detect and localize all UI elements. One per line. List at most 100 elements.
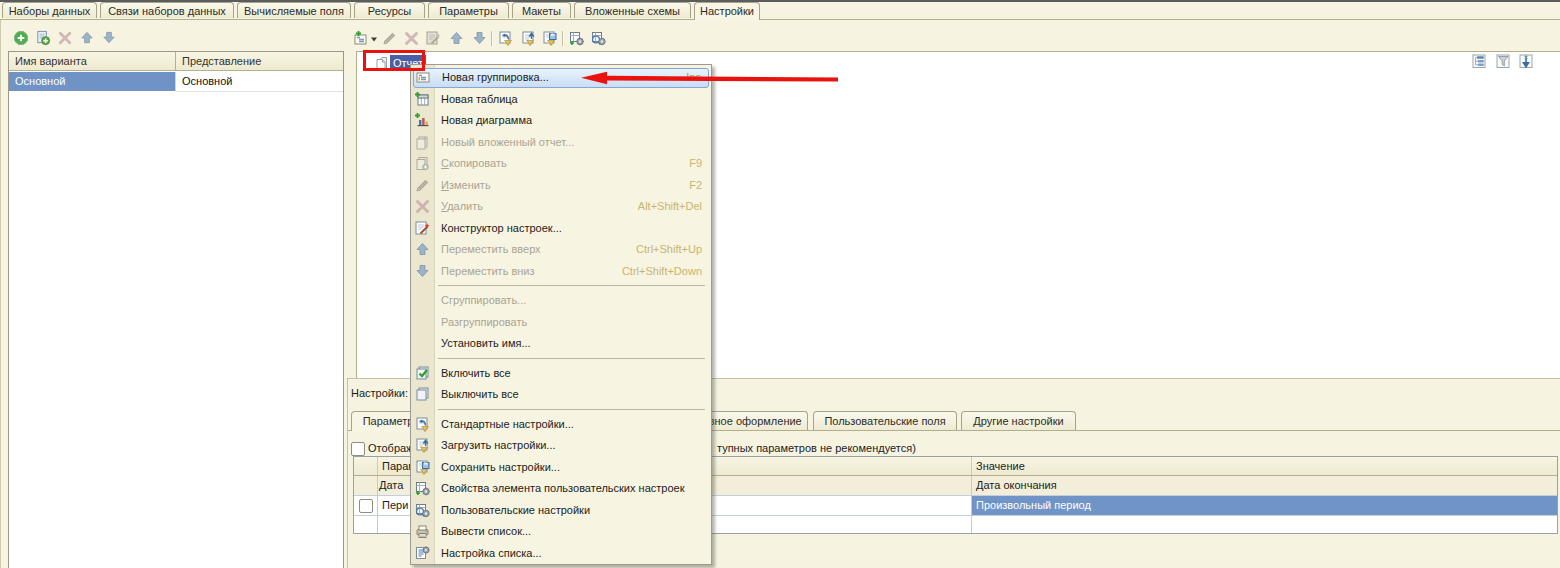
edit-button[interactable] — [381, 30, 398, 47]
save-settings-button[interactable] — [541, 30, 558, 47]
parameter-value-cell[interactable]: Произвольный период — [971, 496, 1557, 515]
variant-presentation-cell[interactable]: Основной — [176, 72, 343, 92]
menu-item-10: Переместить внизCtrl+Shift+Down — [411, 261, 711, 283]
settings-constructor-button[interactable] — [425, 30, 442, 47]
column-header-presentation[interactable]: Представление — [176, 52, 343, 71]
menu-item-24[interactable]: Вывести список... — [411, 521, 711, 543]
user-settings-props-icon — [414, 480, 431, 497]
delete-button[interactable] — [403, 30, 420, 47]
menu-item-17[interactable]: Выключить все — [411, 384, 711, 406]
tab-2[interactable]: Связи наборов данных — [100, 2, 234, 18]
menu-item-label: Пользовательские настройки — [441, 500, 590, 522]
variant-row[interactable]: Основной Основной — [9, 72, 343, 91]
menu-item-20[interactable]: Загрузить настройки... — [411, 435, 711, 457]
menu-item-16[interactable]: Включить все — [411, 363, 711, 385]
menu-item-23[interactable]: Пользовательские настройки — [411, 500, 711, 522]
toolbar-separator — [491, 31, 493, 46]
context-menu: Новая группировка...InsНовая таблицаНова… — [410, 64, 712, 565]
load-settings-icon — [520, 30, 537, 47]
toolbar-separator — [562, 31, 564, 46]
arrow-up-icon — [414, 241, 431, 258]
user-settings-item-properties-button[interactable] — [568, 30, 585, 47]
column-header-variant-name[interactable]: Имя варианта — [9, 52, 181, 71]
parameter-value-cell[interactable]: Дата окончания — [971, 476, 1557, 495]
annotation-red-rectangle — [363, 50, 425, 71]
grid-line — [377, 496, 378, 515]
add-copy-icon — [35, 30, 51, 46]
menu-separator — [411, 406, 711, 414]
new-chart-icon — [414, 112, 431, 129]
structure-button[interactable] — [1471, 53, 1488, 70]
order-icon — [1518, 53, 1535, 70]
menu-item-label: Скопировать — [441, 153, 507, 175]
menu-item-3[interactable]: Новая диаграмма — [411, 110, 711, 132]
menu-item-25[interactable]: Настройка списка... — [411, 543, 711, 565]
menu-item-2[interactable]: Новая таблица — [411, 89, 711, 111]
tab-8[interactable]: Настройки — [694, 2, 760, 20]
menu-item-4: Новый вложенный отчет... — [411, 132, 711, 154]
add-button[interactable] — [13, 30, 30, 47]
structure-icon — [1471, 53, 1488, 70]
constructor-wand-icon — [425, 30, 442, 47]
menu-item-12: Сгруппировать... — [411, 290, 711, 312]
tab-7[interactable]: Вложенные схемы — [574, 2, 691, 18]
menu-item-label: Удалить — [441, 196, 483, 218]
menu-item-9: Переместить вверхCtrl+Shift+Up — [411, 239, 711, 261]
pencil-icon — [381, 30, 398, 47]
dropdown-caret-icon[interactable] — [370, 30, 378, 47]
menu-item-8[interactable]: Конструктор настроек... — [411, 218, 711, 240]
move-up-button[interactable] — [79, 30, 96, 47]
menu-item-shortcut: F9 — [689, 153, 702, 175]
menu-item-label: Свойства элемента пользовательских настр… — [441, 478, 684, 500]
tab-5[interactable]: Параметры — [428, 2, 509, 18]
menu-item-22[interactable]: Свойства элемента пользовательских настр… — [411, 478, 711, 500]
load-settings-button[interactable] — [520, 30, 537, 47]
settings-tab-3[interactable]: Пользовательские поля — [813, 411, 957, 430]
settings-tab-4[interactable]: Другие настройки — [961, 411, 1076, 430]
tab-6[interactable]: Макеты — [512, 2, 571, 18]
variant-name-cell[interactable]: Основной — [9, 72, 175, 91]
menu-item-6: Изменить F2 — [411, 175, 711, 197]
structure-panel-corner-icons — [1471, 53, 1551, 71]
delete-x-icon — [414, 198, 431, 215]
tab-1[interactable]: Наборы данных — [2, 2, 97, 18]
menu-item-5: Скопировать F9 — [411, 153, 711, 175]
arrow-down-icon — [471, 30, 488, 47]
delete-x-icon — [403, 30, 420, 47]
filter-button[interactable] — [1495, 53, 1512, 70]
new-nested-report-icon — [414, 134, 431, 151]
menu-item-21[interactable]: Сохранить настройки... — [411, 457, 711, 479]
menu-item-shortcut: F2 — [689, 175, 702, 197]
tab-3[interactable]: Вычисляемые поля — [237, 2, 351, 18]
add-setting-button[interactable] — [352, 30, 369, 47]
pencil-icon — [414, 177, 431, 194]
tab-4[interactable]: Ресурсы — [354, 2, 425, 18]
delete-button[interactable] — [57, 30, 74, 47]
annotation-red-arrow — [570, 66, 845, 90]
save-settings-icon — [414, 459, 431, 476]
move-down-button[interactable] — [471, 30, 488, 47]
menu-item-label: Изменить — [441, 175, 491, 197]
variants-table-header: Имя варианта Представление — [9, 52, 343, 71]
user-settings-props-icon — [568, 30, 585, 47]
new-table-icon — [414, 91, 431, 108]
menu-item-label: Сгруппировать... — [441, 290, 526, 312]
parameter-period-checkbox[interactable] — [359, 499, 373, 513]
standard-settings-button[interactable] — [497, 30, 514, 47]
column-header-value[interactable]: Значение — [971, 457, 1557, 475]
user-settings-button[interactable] — [590, 30, 607, 47]
disable-all-icon — [414, 386, 431, 403]
constructor-wand-icon — [414, 220, 431, 237]
move-down-button[interactable] — [101, 30, 118, 47]
add-copy-button[interactable] — [35, 30, 52, 47]
show-unavailable-parameters-checkbox[interactable] — [351, 442, 365, 456]
menu-item-14[interactable]: Установить имя... — [411, 333, 711, 355]
constructor-wand-icon — [414, 220, 431, 237]
menu-item-19[interactable]: Стандартные настройки... — [411, 414, 711, 436]
add-circle-icon — [13, 30, 29, 46]
menu-separator — [411, 355, 711, 363]
order-button[interactable] — [1518, 53, 1535, 70]
main-tab-strip-border — [0, 19, 1560, 20]
move-up-button[interactable] — [448, 30, 465, 47]
copy-icon — [414, 155, 431, 172]
